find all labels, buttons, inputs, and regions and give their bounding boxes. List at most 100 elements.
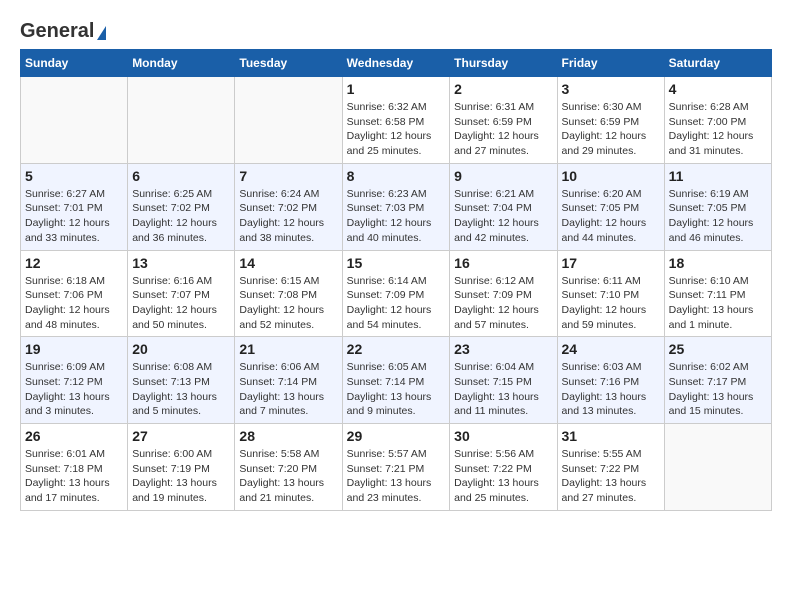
day-info: Sunrise: 6:11 AMSunset: 7:10 PMDaylight:… [562,274,660,333]
calendar-day-cell: 24Sunrise: 6:03 AMSunset: 7:16 PMDayligh… [557,337,664,424]
calendar-day-cell: 15Sunrise: 6:14 AMSunset: 7:09 PMDayligh… [342,250,450,337]
day-number: 25 [669,341,767,357]
day-info: Sunrise: 6:09 AMSunset: 7:12 PMDaylight:… [25,360,123,419]
day-number: 26 [25,428,123,444]
day-info: Sunrise: 6:04 AMSunset: 7:15 PMDaylight:… [454,360,552,419]
day-number: 21 [239,341,337,357]
calendar-day-cell: 25 Sunrise: 6:02 AMSunset: 7:17 PMDayligh… [664,337,771,424]
calendar-week-row: 5 Sunrise: 6:27 AMSunset: 7:01 PMDaylight… [21,163,772,250]
day-info: Sunrise: 6:30 AMSunset: 6:59 PMDaylight:… [562,100,660,159]
day-number: 24 [562,341,660,357]
calendar-day-cell: 21Sunrise: 6:06 AMSunset: 7:14 PMDayligh… [235,337,342,424]
header-wednesday: Wednesday [342,50,450,77]
day-number: 22 [347,341,446,357]
empty-cell [21,77,128,164]
day-info: Sunrise: 6:20 AMSunset: 7:05 PMDaylight:… [562,187,660,246]
header-tuesday: Tuesday [235,50,342,77]
calendar-week-row: 12 Sunrise: 6:18 AMSunset: 7:06 PMDayligh… [21,250,772,337]
day-number: 2 [454,81,552,97]
calendar-day-cell: 14 Sunrise: 6:15 AMSunset: 7:08 PMDayligh… [235,250,342,337]
calendar-day-cell: 4 Sunrise: 6:28 AMSunset: 7:00 PMDaylight… [664,77,771,164]
day-number: 11 [669,168,767,184]
day-number: 16 [454,255,552,271]
day-info: Sunrise: 5:57 AMSunset: 7:21 PMDaylight:… [347,447,446,506]
calendar-day-cell: 28 Sunrise: 5:58 AMSunset: 7:20 PMDayligh… [235,424,342,511]
header-friday: Friday [557,50,664,77]
day-info: Sunrise: 6:19 AMSunset: 7:05 PMDaylight:… [669,187,767,246]
day-info: Sunrise: 6:23 AMSunset: 7:03 PMDaylight:… [347,187,446,246]
calendar-day-cell: 31Sunrise: 5:55 AMSunset: 7:22 PMDayligh… [557,424,664,511]
day-info: Sunrise: 6:18 AMSunset: 7:06 PMDaylight:… [25,274,123,333]
calendar-day-cell: 6Sunrise: 6:25 AMSunset: 7:02 PMDaylight… [128,163,235,250]
calendar-week-row: 26Sunrise: 6:01 AMSunset: 7:18 PMDayligh… [21,424,772,511]
calendar-header-row: SundayMondayTuesdayWednesdayThursdayFrid… [21,50,772,77]
calendar-day-cell: 5 Sunrise: 6:27 AMSunset: 7:01 PMDaylight… [21,163,128,250]
calendar-day-cell: 17 Sunrise: 6:11 AMSunset: 7:10 PMDayligh… [557,250,664,337]
day-info: Sunrise: 5:56 AMSunset: 7:22 PMDaylight:… [454,447,552,506]
calendar-day-cell: 20 Sunrise: 6:08 AMSunset: 7:13 PMDayligh… [128,337,235,424]
day-info: Sunrise: 6:28 AMSunset: 7:00 PMDaylight:… [669,100,767,159]
day-info: Sunrise: 6:00 AMSunset: 7:19 PMDaylight:… [132,447,230,506]
calendar-day-cell: 12 Sunrise: 6:18 AMSunset: 7:06 PMDayligh… [21,250,128,337]
day-number: 5 [25,168,123,184]
page-header: General [20,20,772,39]
logo: General [20,20,106,39]
day-info: Sunrise: 6:32 AMSunset: 6:58 PMDaylight:… [347,100,446,159]
calendar-day-cell: 22Sunrise: 6:05 AMSunset: 7:14 PMDayligh… [342,337,450,424]
day-info: Sunrise: 6:12 AMSunset: 7:09 PMDaylight:… [454,274,552,333]
day-number: 10 [562,168,660,184]
day-number: 9 [454,168,552,184]
calendar-week-row: 19Sunrise: 6:09 AMSunset: 7:12 PMDayligh… [21,337,772,424]
day-number: 30 [454,428,552,444]
day-info: Sunrise: 6:15 AMSunset: 7:08 PMDaylight:… [239,274,337,333]
day-number: 18 [669,255,767,271]
header-saturday: Saturday [664,50,771,77]
day-number: 14 [239,255,337,271]
calendar-day-cell: 16 Sunrise: 6:12 AMSunset: 7:09 PMDayligh… [450,250,557,337]
calendar-day-cell: 19Sunrise: 6:09 AMSunset: 7:12 PMDayligh… [21,337,128,424]
calendar-day-cell: 3 Sunrise: 6:30 AMSunset: 6:59 PMDaylight… [557,77,664,164]
day-number: 29 [347,428,446,444]
day-number: 23 [454,341,552,357]
calendar-week-row: 1 Sunrise: 6:32 AMSunset: 6:58 PMDaylight… [21,77,772,164]
day-info: Sunrise: 6:21 AMSunset: 7:04 PMDaylight:… [454,187,552,246]
day-info: Sunrise: 6:27 AMSunset: 7:01 PMDaylight:… [25,187,123,246]
day-number: 17 [562,255,660,271]
day-info: Sunrise: 6:02 AMSunset: 7:17 PMDaylight:… [669,360,767,419]
calendar-day-cell: 23 Sunrise: 6:04 AMSunset: 7:15 PMDayligh… [450,337,557,424]
calendar-day-cell: 9 Sunrise: 6:21 AMSunset: 7:04 PMDaylight… [450,163,557,250]
header-monday: Monday [128,50,235,77]
day-number: 28 [239,428,337,444]
empty-cell [128,77,235,164]
day-info: Sunrise: 6:08 AMSunset: 7:13 PMDaylight:… [132,360,230,419]
day-info: Sunrise: 5:58 AMSunset: 7:20 PMDaylight:… [239,447,337,506]
day-info: Sunrise: 6:16 AMSunset: 7:07 PMDaylight:… [132,274,230,333]
empty-cell [235,77,342,164]
day-number: 20 [132,341,230,357]
day-info: Sunrise: 5:55 AMSunset: 7:22 PMDaylight:… [562,447,660,506]
day-number: 27 [132,428,230,444]
day-number: 8 [347,168,446,184]
header-sunday: Sunday [21,50,128,77]
calendar-day-cell: 29 Sunrise: 5:57 AMSunset: 7:21 PMDayligh… [342,424,450,511]
calendar-day-cell: 1 Sunrise: 6:32 AMSunset: 6:58 PMDaylight… [342,77,450,164]
day-number: 13 [132,255,230,271]
day-number: 7 [239,168,337,184]
calendar-day-cell: 13 Sunrise: 6:16 AMSunset: 7:07 PMDayligh… [128,250,235,337]
logo-general: General [20,20,94,43]
calendar-day-cell: 2Sunrise: 6:31 AMSunset: 6:59 PMDaylight… [450,77,557,164]
day-info: Sunrise: 6:25 AMSunset: 7:02 PMDaylight:… [132,187,230,246]
day-number: 4 [669,81,767,97]
calendar-day-cell: 8 Sunrise: 6:23 AMSunset: 7:03 PMDaylight… [342,163,450,250]
day-number: 15 [347,255,446,271]
day-number: 12 [25,255,123,271]
day-number: 3 [562,81,660,97]
calendar-day-cell: 27 Sunrise: 6:00 AMSunset: 7:19 PMDayligh… [128,424,235,511]
empty-cell [664,424,771,511]
day-info: Sunrise: 6:24 AMSunset: 7:02 PMDaylight:… [239,187,337,246]
logo-triangle-icon [97,26,106,40]
calendar-day-cell: 18Sunrise: 6:10 AMSunset: 7:11 PMDayligh… [664,250,771,337]
day-number: 1 [347,81,446,97]
calendar-day-cell: 26Sunrise: 6:01 AMSunset: 7:18 PMDayligh… [21,424,128,511]
calendar-day-cell: 10 Sunrise: 6:20 AMSunset: 7:05 PMDayligh… [557,163,664,250]
